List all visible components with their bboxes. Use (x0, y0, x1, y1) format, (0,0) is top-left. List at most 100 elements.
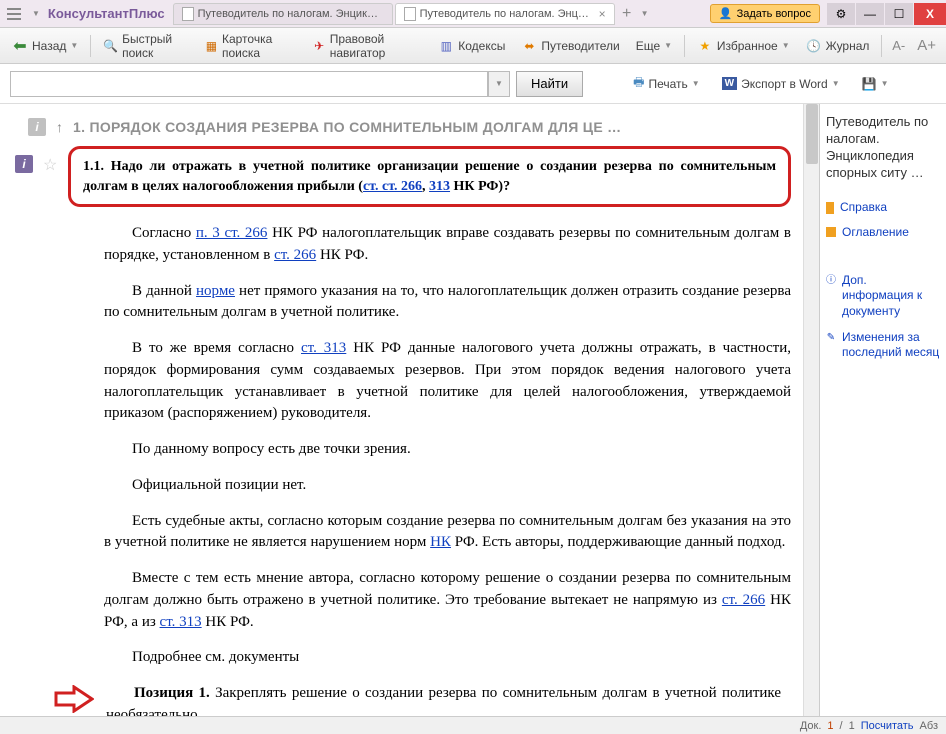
printer-icon: 🖶 (633, 73, 644, 94)
up-arrow-icon[interactable]: ↑ (56, 119, 63, 135)
card-icon: ▦ (205, 38, 218, 54)
legal-nav-button[interactable]: ✈ Правовой навигатор (307, 29, 429, 63)
chevron-down-icon: ▼ (881, 79, 889, 88)
chevron-down-icon: ▼ (70, 41, 78, 50)
sidebar-link-label: Оглавление (842, 225, 909, 241)
search-input[interactable] (10, 71, 488, 97)
menu-dropdown-arrow[interactable]: ▼ (32, 9, 40, 18)
status-total: 1 (849, 720, 855, 732)
find-button[interactable]: Найти (516, 71, 583, 97)
add-tab-button[interactable]: + (617, 4, 637, 24)
book-icon: ▥ (438, 38, 454, 54)
guides-button[interactable]: ⬌ Путеводители (515, 35, 625, 57)
law-link[interactable]: норме (196, 283, 235, 299)
maximize-button[interactable]: ☐ (885, 3, 913, 25)
sidebar-link-label: Доп. информация к документу (842, 273, 940, 320)
edit-icon: ✎ (826, 333, 836, 343)
document-icon (404, 7, 416, 21)
back-arrow-icon: ⬅ (12, 38, 28, 54)
red-arrow-icon (54, 685, 94, 713)
tab-label: Путеводитель по налогам. Энциклопеди… (198, 8, 384, 20)
sidebar-title: Путеводитель по налогам. Энциклопедия сп… (826, 112, 940, 190)
sidebar-addinfo-link[interactable]: ⓘ Доп. информация к документу (826, 273, 940, 320)
status-doc-label: Док. (800, 720, 822, 732)
status-calc-link[interactable]: Посчитать (861, 720, 914, 732)
statusbar: Док. 1/1 Посчитать Абз (0, 716, 946, 734)
searchbar: ▼ Найти 🖶 Печать ▼ W Экспорт в Word ▼ 💾 … (0, 64, 946, 104)
sidebar-reference-link[interactable]: Справка (826, 200, 940, 216)
ask-question-button[interactable]: 👤 Задать вопрос (710, 4, 820, 23)
card-search-button[interactable]: ▦ Карточка поиска (199, 29, 303, 63)
sidebar: Путеводитель по налогам. Энциклопедия сп… (820, 104, 946, 716)
law-link[interactable]: п. 3 ст. 266 (196, 225, 268, 241)
toolbar: ⬅ Назад ▼ 🔍 Быстрый поиск ▦ Карточка пои… (0, 28, 946, 64)
settings-icon[interactable]: ⚙ (827, 3, 855, 25)
tab-2-active[interactable]: Путеводитель по налогам. Энциклопедия × (395, 3, 615, 25)
favorites-button[interactable]: ★ Избранное ▼ (691, 35, 796, 57)
position-text: Позиция 1. Закреплять решение о создании… (106, 683, 781, 716)
position-row: Позиция 1. Закреплять решение о создании… (54, 683, 791, 716)
info-icon[interactable]: i (28, 118, 46, 136)
paragraph: Подробнее см. документы (104, 647, 791, 669)
export-label: Экспорт в Word (741, 77, 828, 91)
tab-label: Путеводитель по налогам. Энциклопедия (420, 8, 591, 20)
more-button[interactable]: Еще ▼ (630, 36, 678, 56)
chevron-down-icon: ▼ (692, 79, 700, 88)
law-link[interactable]: ст. 266 (722, 592, 765, 608)
star-outline-icon[interactable]: ☆ (43, 155, 57, 175)
sidebar-toc-link[interactable]: Оглавление (826, 225, 940, 241)
print-button[interactable]: 🖶 Печать ▼ (625, 70, 708, 97)
minimize-button[interactable]: — (856, 3, 884, 25)
print-label: Печать (648, 77, 687, 91)
star-icon: ★ (697, 38, 713, 54)
journal-label: Журнал (826, 39, 870, 53)
scrollbar-thumb[interactable] (806, 104, 818, 164)
journal-button[interactable]: 🕓 Журнал (800, 35, 876, 57)
scrollbar[interactable] (803, 104, 819, 716)
export-word-button[interactable]: W Экспорт в Word ▼ (714, 74, 848, 94)
paragraph: Вместе с тем есть мнение автора, согласн… (104, 568, 791, 633)
app-name: КонсультантПлюс (40, 6, 173, 21)
document-area: i ↑ 1. ПОРЯДОК СОЗДАНИЯ РЕЗЕРВА ПО СОМНИ… (0, 104, 820, 716)
quick-search-button[interactable]: 🔍 Быстрый поиск (97, 29, 195, 63)
law-link[interactable]: ст. 313 (301, 340, 346, 356)
save-button[interactable]: 💾 ▼ (854, 74, 897, 94)
close-button[interactable]: X (914, 3, 946, 25)
card-search-label: Карточка поиска (222, 32, 297, 60)
paragraph: Официальной позиции нет. (104, 475, 791, 497)
tabs-dropdown-arrow[interactable]: ▼ (641, 9, 649, 18)
codes-button[interactable]: ▥ Кодексы (432, 35, 511, 57)
chevron-down-icon: ▼ (664, 41, 672, 50)
font-decrease-button[interactable]: A- (888, 38, 909, 53)
sidebar-link-label: Изменения за последний месяц (842, 330, 940, 361)
save-icon: 💾 (862, 77, 877, 91)
law-link[interactable]: НК (430, 534, 451, 550)
chevron-down-icon: ▼ (832, 79, 840, 88)
ask-label: Задать вопрос (737, 8, 811, 20)
law-link[interactable]: 313 (429, 179, 450, 194)
favorites-label: Избранное (717, 39, 778, 53)
sidebar-changes-link[interactable]: ✎ Изменения за последний месяц (826, 330, 940, 361)
breadcrumb[interactable]: 1. ПОРЯДОК СОЗДАНИЯ РЕЗЕРВА ПО СОМНИТЕЛЬ… (73, 119, 621, 135)
back-button[interactable]: ⬅ Назад ▼ (6, 35, 84, 57)
search-icon: 🔍 (103, 38, 118, 54)
info-icon[interactable]: i (15, 155, 33, 173)
paragraph: По данному вопросу есть две точки зрения… (104, 439, 791, 461)
section-title: 1.1. Надо ли отражать в учетной политике… (83, 157, 776, 196)
chevron-down-icon: ▼ (782, 41, 790, 50)
list-icon (826, 227, 836, 237)
back-label: Назад (32, 39, 66, 53)
legal-nav-label: Правовой навигатор (330, 32, 423, 60)
tab-1[interactable]: Путеводитель по налогам. Энциклопеди… (173, 3, 393, 25)
law-link[interactable]: ст. ст. 266 (363, 179, 422, 194)
font-increase-button[interactable]: A+ (913, 37, 940, 54)
law-link[interactable]: ст. 266 (274, 247, 316, 263)
signpost-icon: ⬌ (521, 38, 537, 54)
close-icon[interactable]: × (599, 7, 606, 21)
titlebar: ▼ КонсультантПлюс Путеводитель по налога… (0, 0, 946, 28)
menu-icon[interactable] (4, 2, 28, 26)
law-link[interactable]: ст. 313 (160, 614, 202, 630)
search-dropdown[interactable]: ▼ (488, 71, 510, 97)
main-area: i ↑ 1. ПОРЯДОК СОЗДАНИЯ РЕЗЕРВА ПО СОМНИ… (0, 104, 946, 716)
document-content: i ↑ 1. ПОРЯДОК СОЗДАНИЯ РЕЗЕРВА ПО СОМНИ… (0, 104, 819, 716)
